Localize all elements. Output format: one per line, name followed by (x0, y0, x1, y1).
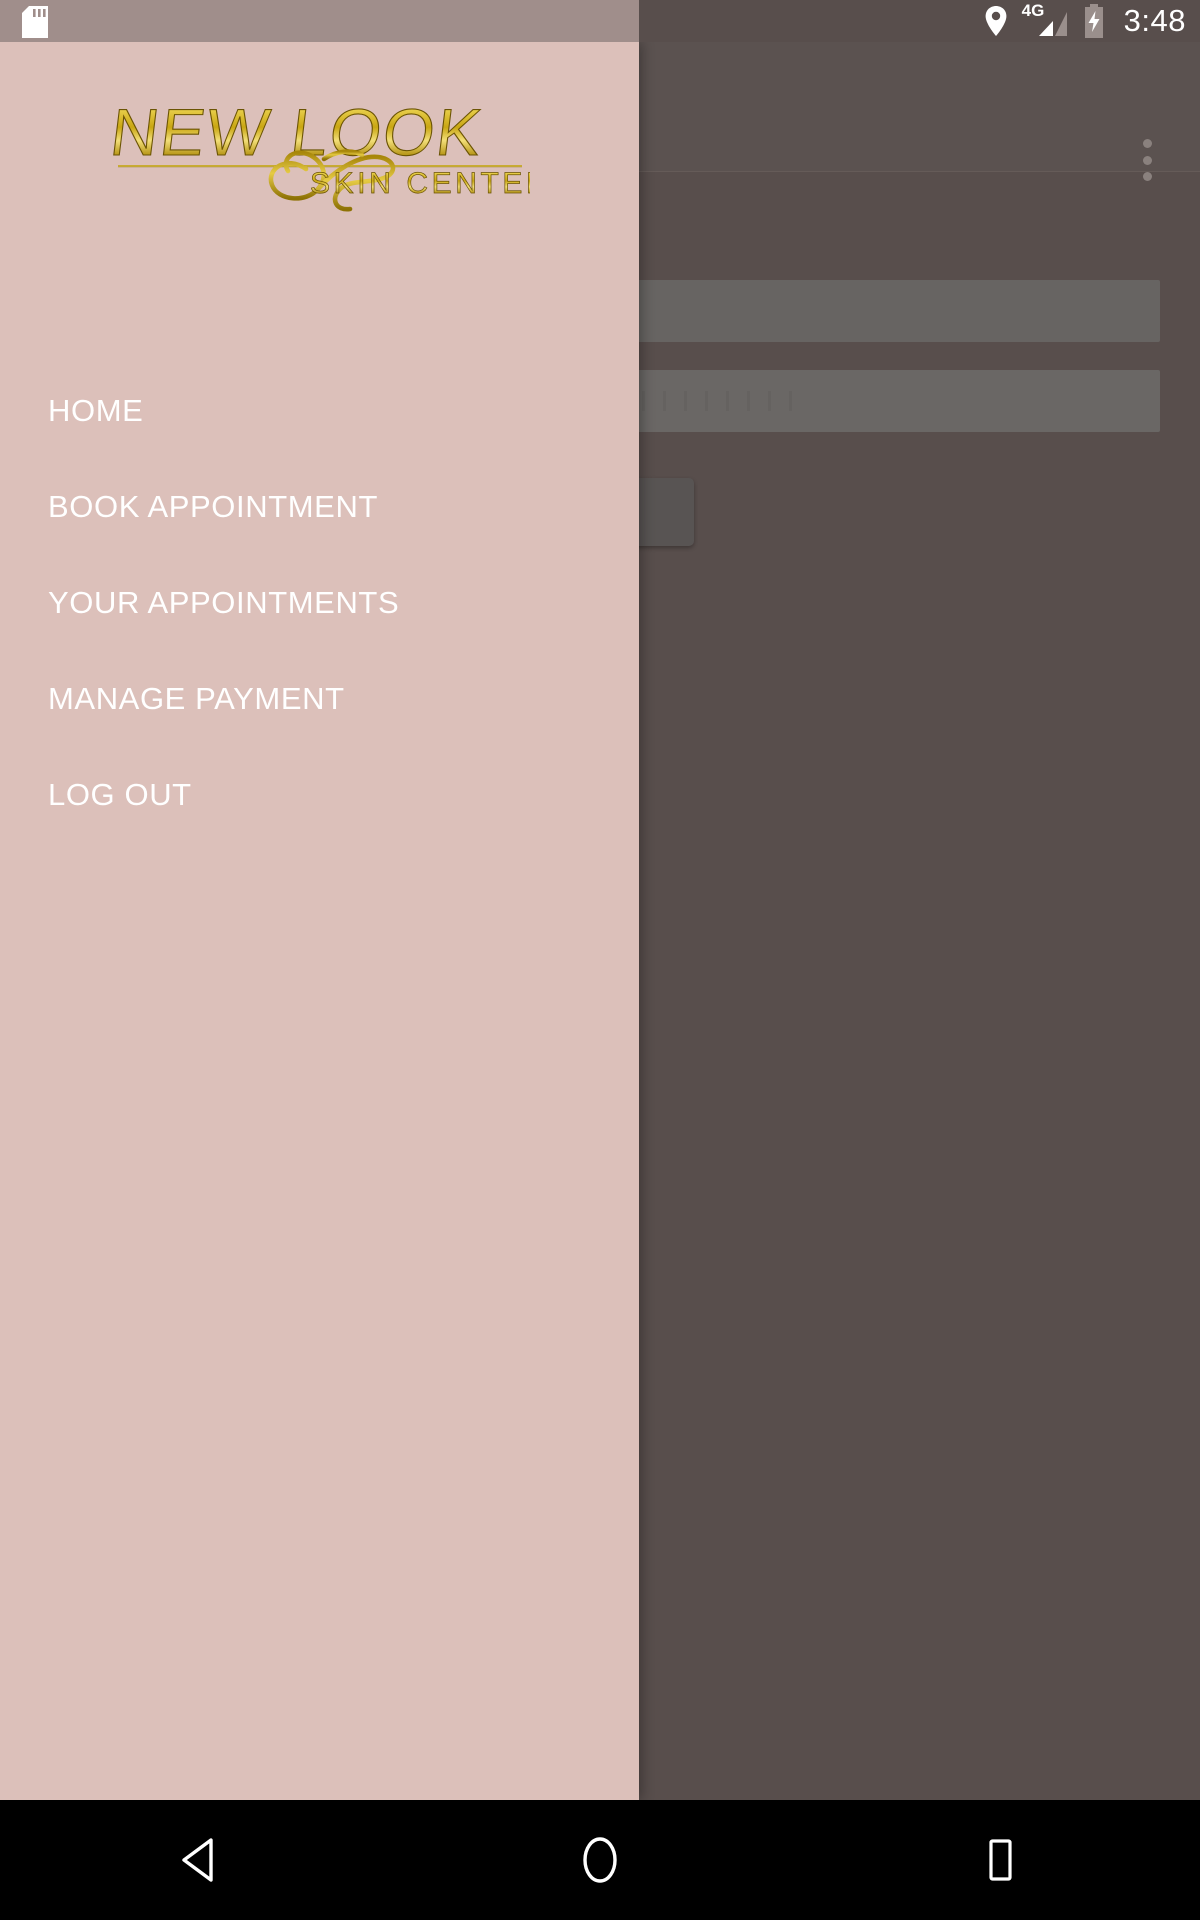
status-bar: 4G 3:48 (0, 0, 1200, 42)
brand-logo: NEW LOOK SKIN CENTER (0, 88, 639, 218)
drawer-menu-list: HOME BOOK APPOINTMENT YOUR APPOINTMENTS … (0, 362, 639, 842)
sdcard-icon (22, 6, 48, 38)
status-bar-left-background (0, 0, 639, 42)
recents-square-icon[interactable] (940, 1800, 1060, 1920)
sidebar-item-label: MANAGE PAYMENT (48, 680, 345, 716)
sidebar-item-label: HOME (48, 392, 144, 428)
overflow-menu-icon[interactable] (1142, 139, 1152, 181)
sidebar-item-label: BOOK APPOINTMENT (48, 488, 378, 524)
sidebar-item-manage-payment[interactable]: MANAGE PAYMENT (0, 650, 639, 746)
status-bar-clock: 3:48 (1123, 3, 1186, 38)
android-nav-bar (0, 1800, 1200, 1920)
location-pin-icon (985, 6, 1007, 36)
back-triangle-icon[interactable] (140, 1800, 260, 1920)
navigation-drawer: NEW LOOK SKIN CENTER HOME BOOK APPOINTME… (0, 42, 639, 1800)
sidebar-item-log-out[interactable]: LOG OUT (0, 746, 639, 842)
battery-charging-icon (1084, 4, 1103, 38)
sidebar-item-your-appointments[interactable]: YOUR APPOINTMENTS (0, 554, 639, 650)
svg-text:NEW LOOK: NEW LOOK (110, 96, 487, 170)
home-circle-icon[interactable] (540, 1800, 660, 1920)
svg-text:SKIN CENTER: SKIN CENTER (310, 167, 530, 200)
status-bar-icons: 4G 3:48 (984, 0, 1186, 42)
sidebar-item-home[interactable]: HOME (0, 362, 639, 458)
sidebar-item-label: YOUR APPOINTMENTS (48, 584, 400, 620)
phone-screen: word? ccount? (0, 0, 1200, 1920)
sidebar-item-book-appointment[interactable]: BOOK APPOINTMENT (0, 458, 639, 554)
signal-bars-icon: 4G (1022, 2, 1068, 38)
sidebar-item-label: LOG OUT (48, 776, 192, 812)
